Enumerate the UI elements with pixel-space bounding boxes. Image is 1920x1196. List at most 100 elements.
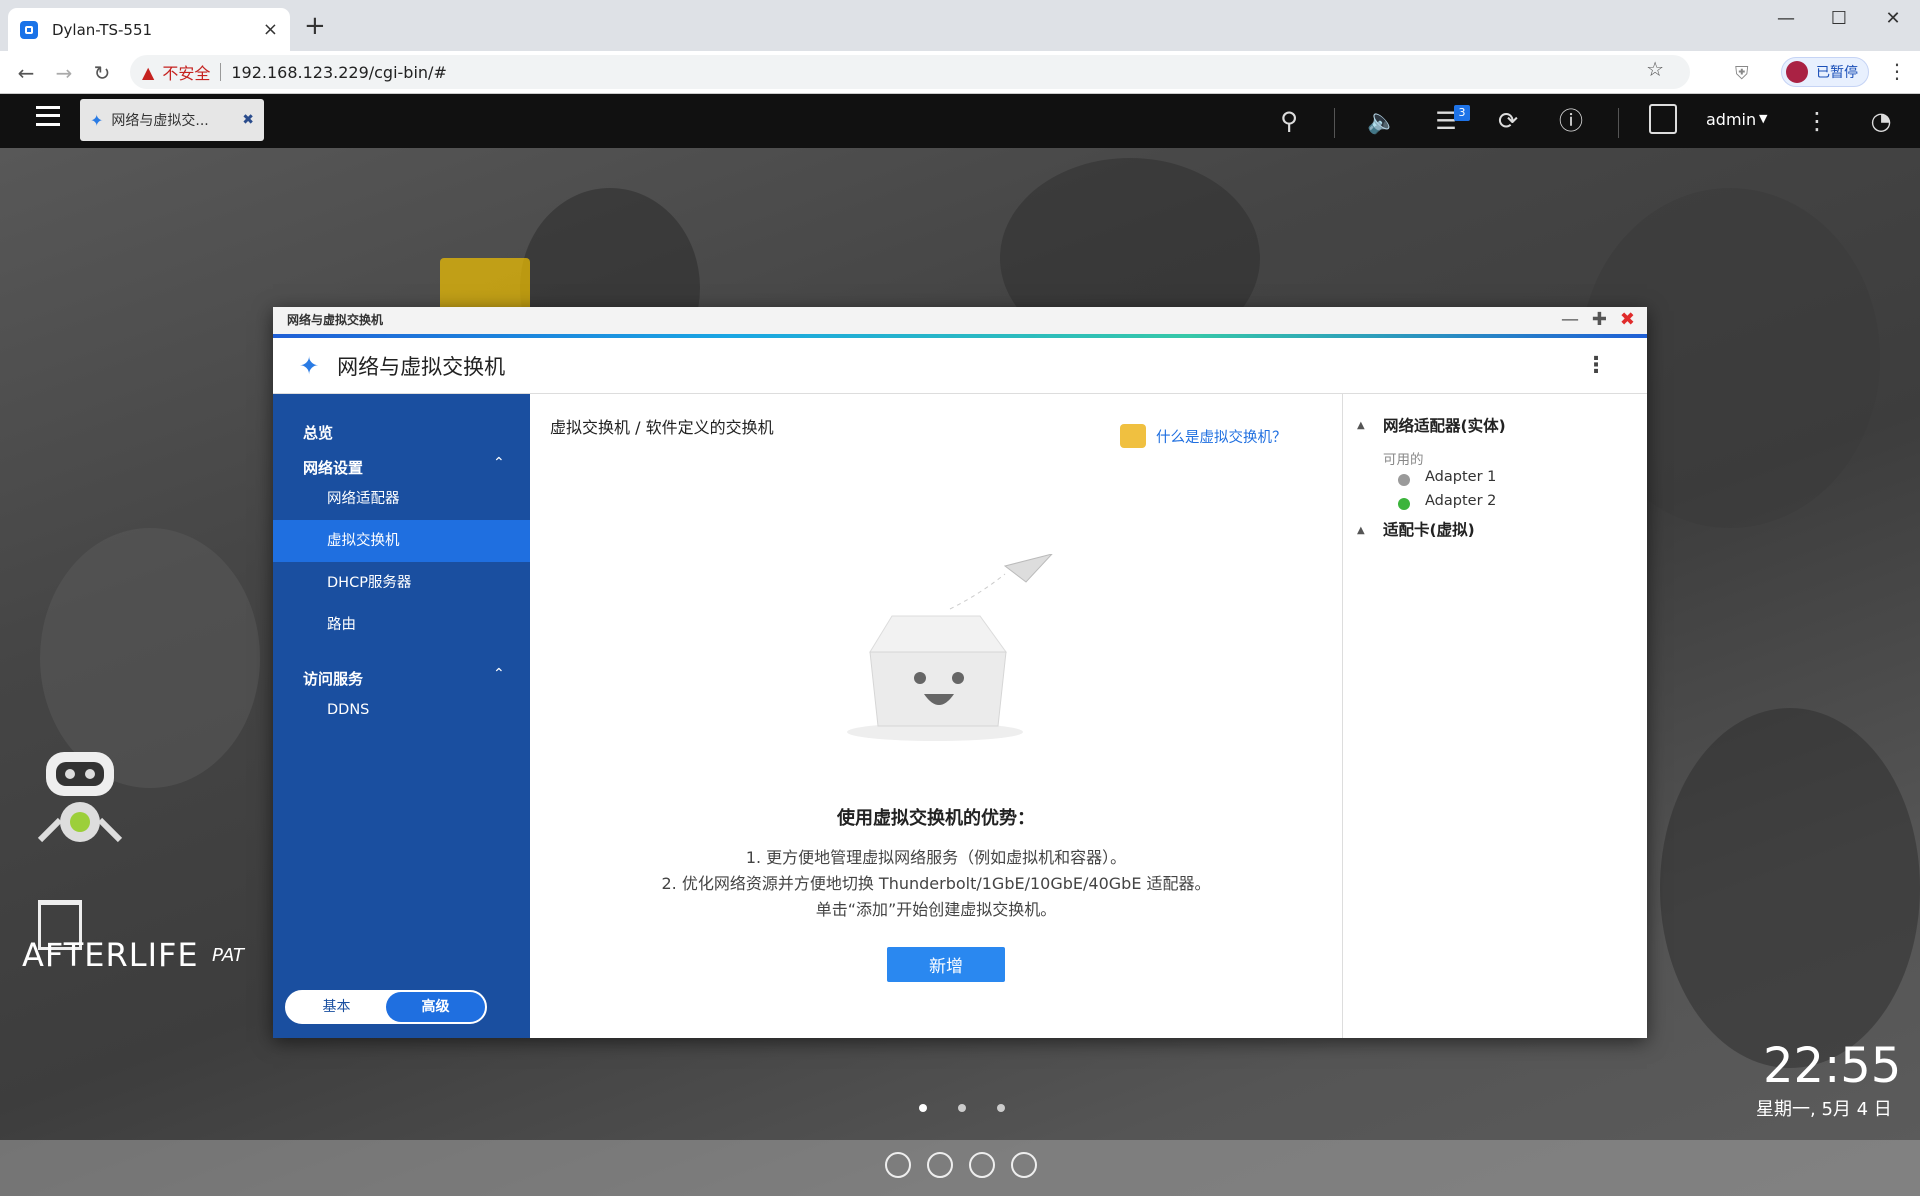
security-label[interactable]: 不安全 bbox=[162, 60, 210, 84]
wallpaper-logo-2: PAT bbox=[212, 945, 244, 966]
robot-mascot-icon[interactable] bbox=[30, 750, 130, 860]
bookmark-star-icon[interactable]: ☆ bbox=[1646, 57, 1664, 81]
browser-toolbar: ← → ↻ ▲ 不安全 192.168.123.229/cgi-bin/# ☆ … bbox=[0, 51, 1920, 94]
chevron-up-icon[interactable]: ⌃ bbox=[493, 666, 505, 682]
empty-state-title: 使用虚拟交换机的优势： bbox=[837, 808, 1035, 829]
collapse-triangle-icon[interactable]: ▲ bbox=[1357, 420, 1365, 431]
window-close-icon[interactable]: ✕ bbox=[1873, 6, 1913, 32]
collapse-triangle-icon[interactable]: ▲ bbox=[1357, 525, 1365, 536]
url-text[interactable]: 192.168.123.229/cgi-bin/# bbox=[231, 63, 447, 82]
user-icon[interactable] bbox=[1649, 104, 1677, 134]
minimize-icon[interactable]: — bbox=[1561, 309, 1579, 330]
app-window: 网络与虚拟交换机 — ✚ ✖ ✦ 网络与虚拟交换机 ⋮ 总览 网络设置 ⌃ 网络… bbox=[273, 307, 1647, 1038]
address-bar[interactable]: ▲ 不安全 192.168.123.229/cgi-bin/# ☆ bbox=[130, 55, 1690, 89]
empty-state-line: 单击“添加”开始创建虚拟交换机。 bbox=[815, 900, 1057, 919]
network-switch-icon: ✦ bbox=[299, 351, 320, 380]
adapter-panel: ▲ 网络适配器(实体) 可用的 Adapter 1 Adapter 2 ▲ 适配… bbox=[1343, 394, 1647, 1038]
help-link[interactable]: 什么是虚拟交换机？ bbox=[1120, 424, 1287, 448]
mode-toggle[interactable]: 基本 高级 bbox=[285, 990, 487, 1024]
extension-shield-icon[interactable]: ⛨ bbox=[1735, 63, 1749, 84]
back-arrow-icon[interactable]: ← bbox=[12, 59, 40, 87]
qts-topbar: ✦ 网络与虚拟交... ✖ ⚲ 🔈 ☰ ⟳ ⓘ admin ▼ ⋮ ◔ bbox=[0, 94, 1920, 148]
dock-app-icon[interactable] bbox=[885, 1152, 911, 1178]
warning-triangle-icon: ▲ bbox=[142, 62, 155, 82]
breadcrumb: 虚拟交换机 / 软件定义的交换机 bbox=[550, 418, 774, 437]
sidebar-group-access-services[interactable]: 访问服务 bbox=[303, 668, 363, 689]
volume-icon[interactable]: 🔈 bbox=[1367, 106, 1397, 136]
sidebar: 总览 网络设置 ⌃ 网络适配器 虚拟交换机 DHCP服务器 路由 访问服务 ⌃ … bbox=[273, 394, 530, 1038]
dashboard-gauge-icon[interactable]: ◔ bbox=[1866, 106, 1896, 136]
dock-app-icon[interactable] bbox=[969, 1152, 995, 1178]
more-options-icon[interactable]: ⋮ bbox=[1585, 353, 1607, 378]
reload-icon[interactable]: ↻ bbox=[88, 59, 116, 87]
profile-button[interactable]: 已暂停 bbox=[1781, 57, 1869, 87]
dock-app-icon[interactable] bbox=[927, 1152, 953, 1178]
window-maximize-icon[interactable]: ☐ bbox=[1819, 6, 1859, 32]
toolbar-divider bbox=[1618, 108, 1619, 138]
empty-box-illustration bbox=[847, 554, 1053, 741]
profile-status-label: 已暂停 bbox=[1816, 65, 1858, 81]
info-icon[interactable]: ⓘ bbox=[1556, 106, 1586, 136]
desktop-clock: 22:55 bbox=[1763, 1038, 1902, 1094]
dock-bar bbox=[0, 1140, 1920, 1196]
avatar bbox=[1786, 61, 1808, 83]
wallpaper-decoration bbox=[1660, 708, 1920, 1068]
new-tab-button[interactable]: + bbox=[304, 13, 326, 39]
status-dot bbox=[1398, 474, 1410, 486]
adapter-item[interactable]: Adapter 1 bbox=[1425, 469, 1496, 485]
close-icon[interactable]: ✖ bbox=[1620, 309, 1635, 330]
chevron-up-icon[interactable]: ⌃ bbox=[493, 455, 505, 471]
address-divider bbox=[220, 63, 222, 81]
help-link-label[interactable]: 什么是虚拟交换机？ bbox=[1156, 426, 1287, 447]
mode-advanced-option[interactable]: 高级 bbox=[386, 992, 485, 1022]
wallpaper-logo: AFTERLIFE bbox=[22, 936, 199, 974]
app-title: 网络与虚拟交换机 bbox=[337, 354, 506, 379]
sidebar-item-overview[interactable]: 总览 bbox=[303, 422, 333, 443]
window-titlebar[interactable]: 网络与虚拟交换机 bbox=[273, 307, 1647, 334]
page-dot[interactable] bbox=[958, 1104, 966, 1112]
mode-basic-option[interactable]: 基本 bbox=[287, 992, 386, 1022]
more-options-icon[interactable]: ⋮ bbox=[1802, 106, 1832, 136]
physical-adapters-header[interactable]: 网络适配器(实体) bbox=[1383, 414, 1506, 436]
help-avatar-icon bbox=[1120, 424, 1146, 448]
sidebar-item-ddns[interactable]: DDNS bbox=[273, 689, 530, 731]
virtual-adapters-header[interactable]: 适配卡(虚拟) bbox=[1383, 518, 1475, 540]
empty-state-line: 1. 更方便地管理虚拟网络服务（例如虚拟机和容器）。 bbox=[745, 848, 1127, 867]
user-name[interactable]: admin bbox=[1706, 110, 1756, 129]
taskbar-app-title: 网络与虚拟交... bbox=[111, 113, 209, 129]
search-icon[interactable]: ⚲ bbox=[1274, 106, 1304, 136]
page-dot-active[interactable] bbox=[919, 1104, 927, 1112]
adapter-item[interactable]: Adapter 2 bbox=[1425, 493, 1496, 509]
page-dot[interactable] bbox=[997, 1104, 1005, 1112]
qnap-favicon-icon bbox=[20, 20, 38, 39]
taskbar-close-icon[interactable]: ✖ bbox=[242, 112, 254, 128]
sidebar-item-virtual-switch[interactable]: 虚拟交换机 bbox=[273, 520, 530, 562]
sidebar-item-network-adapters[interactable]: 网络适配器 bbox=[273, 478, 530, 520]
add-button[interactable]: 新增 bbox=[887, 947, 1005, 982]
window-minimize-icon[interactable]: — bbox=[1766, 6, 1806, 32]
browser-tabstrip: Dylan-TS-551 × + — ☐ ✕ bbox=[0, 0, 1920, 51]
status-dot bbox=[1398, 498, 1410, 510]
tab-close-icon[interactable]: × bbox=[263, 19, 278, 40]
dock-app-icon[interactable] bbox=[1011, 1152, 1037, 1178]
desktop-date: 星期一, 5月 4 日 bbox=[1756, 1099, 1892, 1120]
app-header: ✦ 网络与虚拟交换机 bbox=[273, 338, 1647, 394]
main-content: 虚拟交换机 / 软件定义的交换机 什么是虚拟交换机？ 使用虚拟交换机的优势： 1… bbox=[530, 394, 1343, 1038]
sync-icon[interactable]: ⟳ bbox=[1493, 106, 1523, 136]
maximize-icon[interactable]: ✚ bbox=[1592, 309, 1607, 330]
taskbar-app-tab[interactable]: ✦ 网络与虚拟交... ✖ bbox=[80, 99, 264, 141]
notification-badge: 3 bbox=[1454, 105, 1470, 121]
sidebar-item-dhcp-server[interactable]: DHCP服务器 bbox=[273, 562, 530, 604]
sidebar-group-network-settings[interactable]: 网络设置 bbox=[303, 457, 363, 478]
toolbar-divider bbox=[1334, 108, 1335, 138]
available-label: 可用的 bbox=[1383, 452, 1424, 468]
forward-arrow-icon[interactable]: → bbox=[50, 59, 78, 87]
browser-tab[interactable]: Dylan-TS-551 × bbox=[8, 8, 290, 51]
empty-state-line: 2. 优化网络资源并方便地切换 Thunderbolt/1GbE/10GbE/4… bbox=[661, 874, 1211, 893]
sidebar-item-routing[interactable]: 路由 bbox=[273, 604, 530, 646]
browser-tab-title: Dylan-TS-551 bbox=[52, 20, 153, 39]
main-menu-icon[interactable] bbox=[36, 106, 60, 126]
browser-menu-icon[interactable]: ⋮ bbox=[1887, 59, 1907, 83]
chevron-down-icon[interactable]: ▼ bbox=[1759, 112, 1767, 125]
wallpaper-decoration bbox=[40, 528, 260, 788]
